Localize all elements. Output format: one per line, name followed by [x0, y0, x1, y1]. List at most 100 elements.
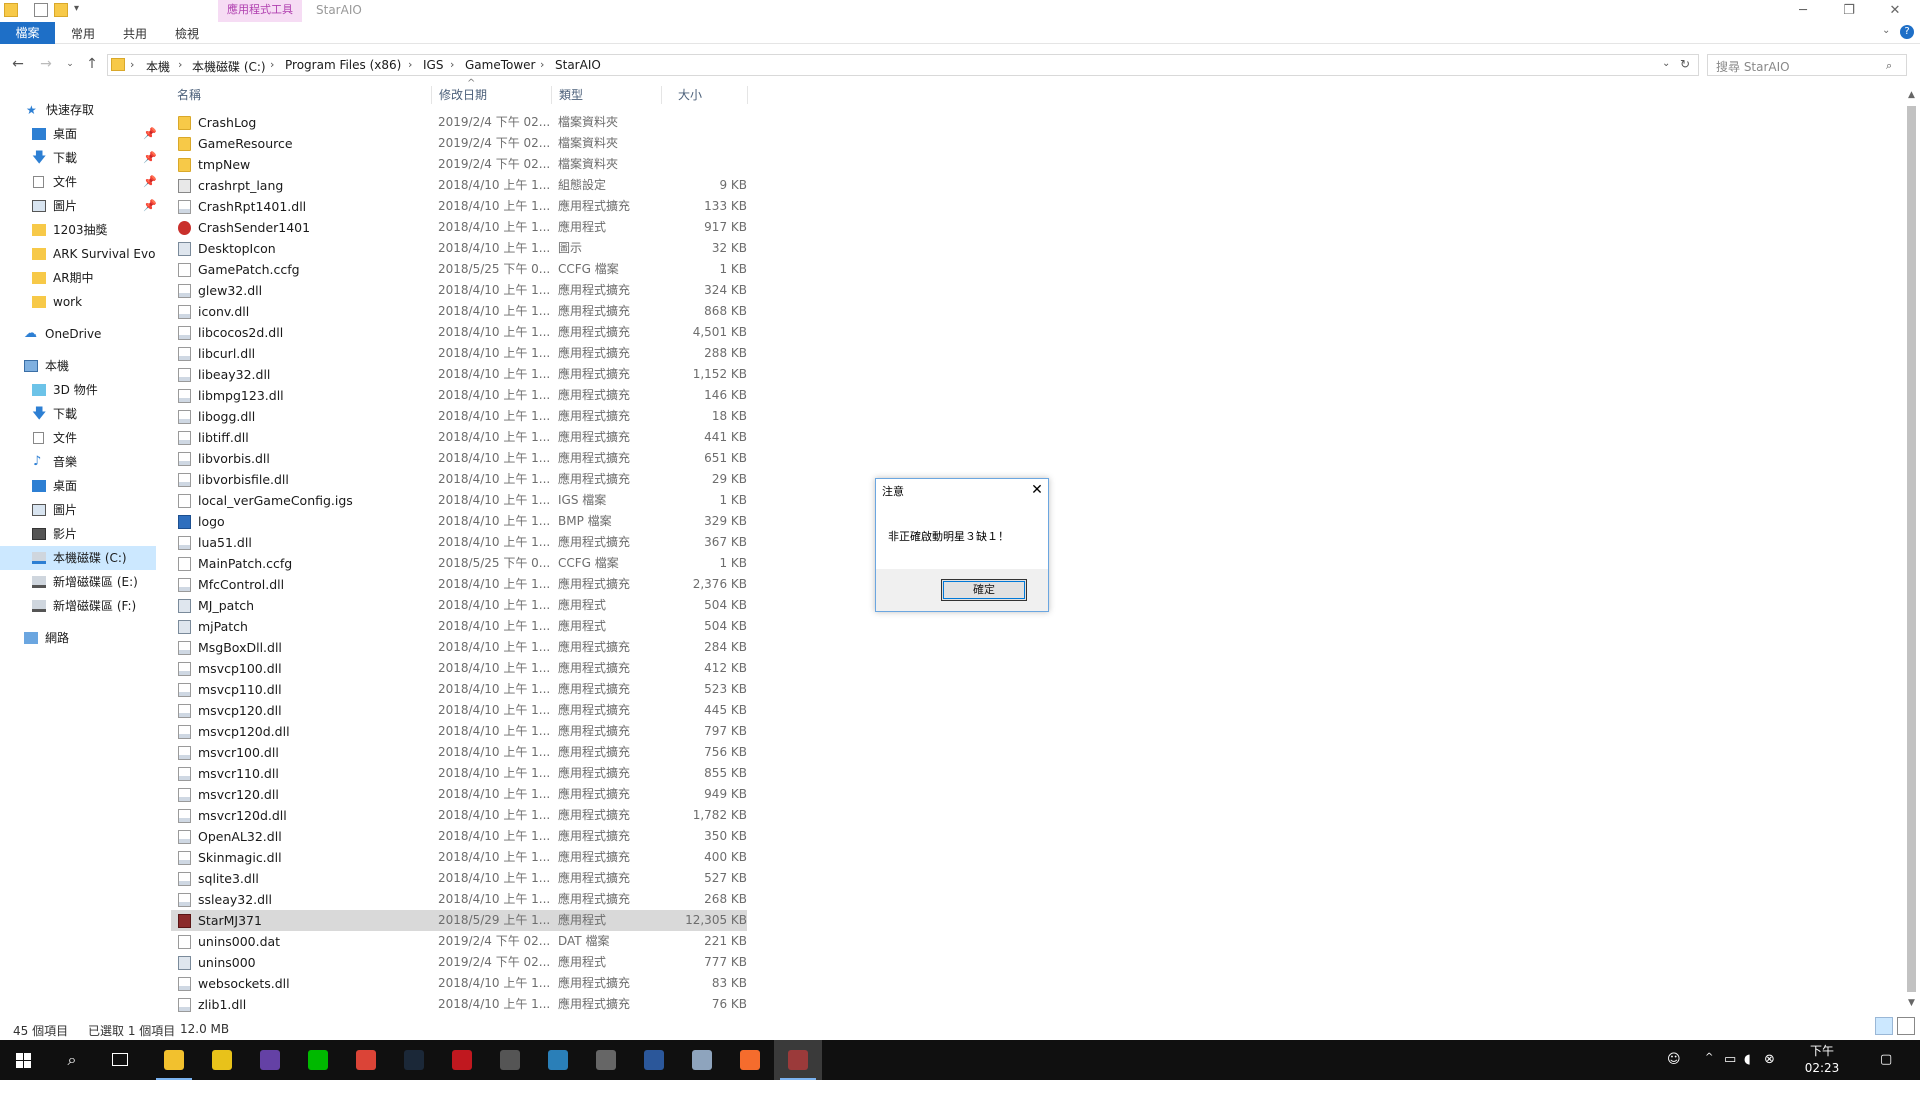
minimize-button[interactable]: ─ [1780, 0, 1826, 22]
taskbar-tools-app[interactable] [582, 1040, 630, 1080]
file-row[interactable]: libmpg123.dll 2018/4/10 上午 1... 應用程式擴充 146 … [171, 385, 747, 406]
new-folder-icon[interactable] [54, 3, 68, 17]
nav-item-music[interactable]: ♪ 音樂 [0, 450, 156, 474]
nav-onedrive[interactable]: ☁ OneDrive [0, 322, 156, 346]
breadcrumb-staraio[interactable]: StarAIO [555, 58, 601, 72]
breadcrumb-drive-c[interactable]: 本機磁碟 (C:) [192, 58, 266, 75]
address-bar[interactable]: › 本機 › 本機磁碟 (C:) › Program Files (x86) ›… [107, 54, 1699, 76]
taskbar-kakao-app[interactable] [198, 1040, 246, 1080]
scrollbar-thumb[interactable] [1907, 106, 1916, 992]
dialog-close-button[interactable]: ✕ [1026, 479, 1048, 501]
file-row[interactable]: lua51.dll 2018/4/10 上午 1... 應用程式擴充 367 KB [171, 532, 747, 553]
nav-item-drive-e[interactable]: 新增磁碟區 (E:) [0, 570, 156, 594]
taskbar-starmj-app[interactable] [774, 1040, 822, 1080]
recent-locations-button[interactable]: ⌄ [60, 55, 80, 73]
search-icon[interactable]: ⌕ [1886, 59, 1892, 73]
pin-icon[interactable]: 📌 [143, 170, 156, 194]
notifications-icon[interactable]: ▢ [1880, 1052, 1892, 1067]
nav-item-1203[interactable]: 1203抽獎 [0, 218, 156, 242]
scroll-up-arrow[interactable]: ▲ [1903, 88, 1920, 102]
breadcrumb-this-pc[interactable]: 本機 [146, 58, 170, 75]
nav-item-3d-objects[interactable]: 3D 物件 [0, 378, 156, 402]
task-view-button[interactable] [96, 1040, 144, 1080]
scroll-down-arrow[interactable]: ▼ [1903, 996, 1920, 1010]
large-icons-view-icon[interactable] [1897, 1017, 1915, 1035]
file-row[interactable]: libcocos2d.dll 2018/4/10 上午 1... 應用程式擴充 4,5… [171, 322, 747, 343]
file-row[interactable]: msvcp110.dll 2018/4/10 上午 1... 應用程式擴充 523 K… [171, 679, 747, 700]
nav-item-desktop[interactable]: 桌面 📌 [0, 122, 156, 146]
file-row[interactable]: MJ_patch 2018/4/10 上午 1... 應用程式 504 KB [171, 595, 747, 616]
clock[interactable]: 下午 02:23 2019/2/4 [1792, 1043, 1852, 1094]
file-row[interactable]: zlib1.dll 2018/4/10 上午 1... 應用程式擴充 76 KB [171, 994, 747, 1015]
file-row[interactable]: sqlite3.dll 2018/4/10 上午 1... 應用程式擴充 527 KB [171, 868, 747, 889]
breadcrumb-separator[interactable]: › [450, 58, 454, 71]
breadcrumb-separator[interactable]: › [270, 58, 274, 71]
nav-item-downloads[interactable]: 🡇 下載 📌 [0, 146, 156, 170]
file-row[interactable]: msvcr120d.dll 2018/4/10 上午 1... 應用程式擴充 1,78… [171, 805, 747, 826]
column-divider[interactable] [661, 86, 662, 104]
refresh-icon[interactable]: ↻ [1680, 57, 1690, 71]
nav-item-documents[interactable]: 文件 📌 [0, 170, 156, 194]
restore-button[interactable]: ❐ [1826, 0, 1872, 22]
pin-icon[interactable]: 📌 [143, 146, 156, 170]
taskbar-origin-app[interactable] [726, 1040, 774, 1080]
file-row[interactable]: CrashLog 2019/2/4 下午 02... 檔案資料夾 [171, 112, 747, 133]
nav-item-drive-f[interactable]: 新增磁碟區 (F:) [0, 594, 156, 618]
taskbar-network-app[interactable] [678, 1040, 726, 1080]
file-row[interactable]: GameResource 2019/2/4 下午 02... 檔案資料夾 [171, 133, 747, 154]
search-taskbar-button[interactable]: ⌕ [48, 1040, 96, 1080]
taskbar-line[interactable] [294, 1040, 342, 1080]
file-row[interactable]: msvcp120.dll 2018/4/10 上午 1... 應用程式擴充 445 K… [171, 700, 747, 721]
file-row[interactable]: websockets.dll 2018/4/10 上午 1... 應用程式擴充 83 … [171, 973, 747, 994]
file-row[interactable]: ssleay32.dll 2018/4/10 上午 1... 應用程式擴充 268 K… [171, 889, 747, 910]
nav-quick-access[interactable]: ★ 快速存取 [0, 98, 156, 122]
tab-view[interactable]: 檢視 [162, 25, 212, 44]
people-icon[interactable]: ☺ [1667, 1052, 1681, 1067]
tab-file[interactable]: 檔案 [0, 22, 55, 44]
tab-home[interactable]: 常用 [58, 25, 108, 44]
file-row[interactable]: MsgBoxDll.dll 2018/4/10 上午 1... 應用程式擴充 284 … [171, 637, 747, 658]
taskbar-twitch[interactable] [246, 1040, 294, 1080]
nav-item-ar[interactable]: AR期中 [0, 266, 156, 290]
file-row[interactable]: libeay32.dll 2018/4/10 上午 1... 應用程式擴充 1,152… [171, 364, 747, 385]
taskbar-steam[interactable] [390, 1040, 438, 1080]
nav-item-videos[interactable]: 影片 [0, 522, 156, 546]
taskbar-game-app[interactable] [534, 1040, 582, 1080]
file-row[interactable]: libvorbis.dll 2018/4/10 上午 1... 應用程式擴充 651 … [171, 448, 747, 469]
nav-item-pc-pictures[interactable]: 圖片 [0, 498, 156, 522]
nav-this-pc[interactable]: 本機 [0, 354, 156, 378]
file-row[interactable]: crashrpt_lang 2018/4/10 上午 1... 組態設定 9 KB [171, 175, 747, 196]
column-divider[interactable] [551, 86, 552, 104]
file-row[interactable]: tmpNew 2019/2/4 下午 02... 檔案資料夾 [171, 154, 747, 175]
nav-item-pc-downloads[interactable]: 🡇 下載 [0, 402, 156, 426]
details-view-icon[interactable] [1875, 1017, 1893, 1035]
file-row[interactable]: libvorbisfile.dll 2018/4/10 上午 1... 應用程式擴充… [171, 469, 747, 490]
file-row[interactable]: logo 2018/4/10 上午 1... BMP 檔案 329 KB [171, 511, 747, 532]
file-row[interactable]: iconv.dll 2018/4/10 上午 1... 應用程式擴充 868 KB [171, 301, 747, 322]
back-button[interactable]: ← [8, 55, 28, 73]
breadcrumb-separator[interactable]: › [408, 58, 412, 71]
breadcrumb-program-files[interactable]: Program Files (x86) [285, 58, 401, 72]
file-row[interactable]: libtiff.dll 2018/4/10 上午 1... 應用程式擴充 441 KB [171, 427, 747, 448]
taskbar-rog-app[interactable] [438, 1040, 486, 1080]
taskbar-word[interactable] [630, 1040, 678, 1080]
file-row[interactable]: DesktopIcon 2018/4/10 上午 1... 圖示 32 KB [171, 238, 747, 259]
file-row[interactable]: StarMJ371 2018/5/29 上午 1... 應用程式 12,305 KB [171, 910, 747, 931]
column-size[interactable]: 大小 [678, 86, 702, 103]
properties-icon[interactable] [34, 3, 48, 17]
column-type[interactable]: 類型 [559, 86, 583, 103]
tab-share[interactable]: 共用 [110, 25, 160, 44]
breadcrumb-separator[interactable]: › [130, 58, 134, 71]
file-row[interactable]: msvcr120.dll 2018/4/10 上午 1... 應用程式擴充 949 K… [171, 784, 747, 805]
file-row[interactable]: OpenAL32.dll 2018/4/10 上午 1... 應用程式擴充 350 K… [171, 826, 747, 847]
file-row[interactable]: Skinmagic.dll 2018/4/10 上午 1... 應用程式擴充 400 … [171, 847, 747, 868]
breadcrumb-igs[interactable]: IGS [423, 58, 443, 72]
file-row[interactable]: unins000 2019/2/4 下午 02... 應用程式 777 KB [171, 952, 747, 973]
forward-button[interactable]: → [36, 55, 56, 73]
expand-ribbon-icon[interactable]: ⌄ [1882, 25, 1890, 36]
ime-icon[interactable]: ⊗ [1764, 1052, 1775, 1067]
file-row[interactable]: GamePatch.ccfg 2018/5/25 下午 0... CCFG 檔案 1 … [171, 259, 747, 280]
column-divider[interactable] [747, 86, 748, 104]
nav-item-pictures[interactable]: 圖片 📌 [0, 194, 156, 218]
file-row[interactable]: msvcp120d.dll 2018/4/10 上午 1... 應用程式擴充 797 … [171, 721, 747, 742]
